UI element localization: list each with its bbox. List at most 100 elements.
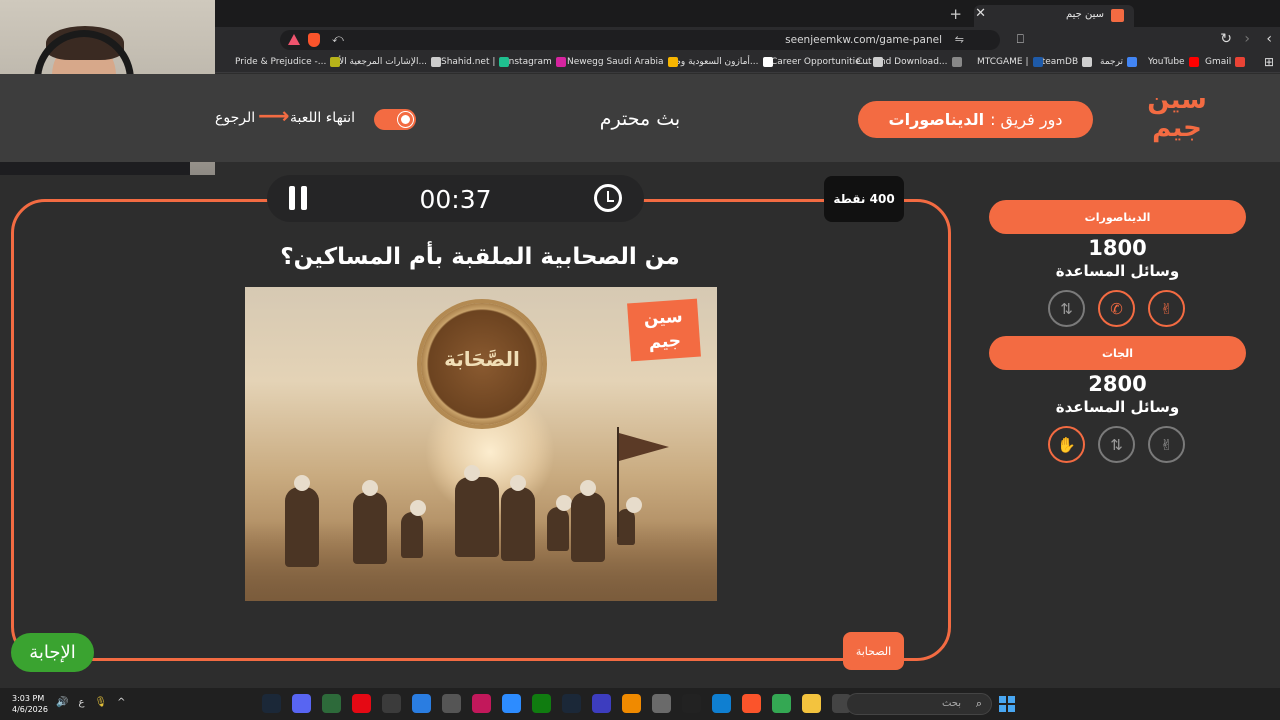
companions-medallion: الصَّحَابَة <box>421 303 543 425</box>
exit-arrow-icon[interactable]: ⟶ <box>258 104 290 129</box>
walking-figure <box>571 480 605 562</box>
team-1-peace-hand-icon[interactable]: ✌ <box>1148 290 1185 327</box>
tray-chevron-icon[interactable]: ^ <box>117 697 125 708</box>
bookmark-favicon-icon <box>762 57 773 67</box>
bookmark-icon[interactable]: ⎕ <box>1017 32 1024 47</box>
media-icon[interactable] <box>472 694 491 713</box>
bookmark-label: Gmail <box>1205 57 1232 67</box>
team-2-score[interactable]: 2800 <box>989 372 1246 396</box>
bookmark-item[interactable]: Career Opportunitie... <box>771 57 884 67</box>
app-icon[interactable] <box>322 694 341 713</box>
language-indicator[interactable]: ع <box>78 697 84 708</box>
volume-icon[interactable]: 🔊 <box>56 697 68 708</box>
bookmark-label: Career Opportunitie... <box>771 57 870 67</box>
bookmark-favicon-icon <box>1188 57 1199 67</box>
brave-shield-icon[interactable] <box>308 33 320 47</box>
discord-icon[interactable] <box>292 694 311 713</box>
close-tab-icon[interactable]: ✕ <box>975 6 986 21</box>
clock[interactable]: 3:03 PM 4/6/2026 <box>12 693 48 715</box>
bookmark-item[interactable]: Instagram <box>506 57 566 67</box>
points-badge: 400 نقطة <box>824 176 904 222</box>
medallion-calligraphy: الصَّحَابَة <box>444 347 520 371</box>
team-1-phone-icon[interactable]: ✆ <box>1098 290 1135 327</box>
bookmark-item[interactable]: Shahid.net | <box>441 57 510 67</box>
show-answer-button[interactable]: الإجابة <box>11 633 94 672</box>
zoom-icon[interactable] <box>502 694 521 713</box>
app-icon[interactable] <box>682 694 701 713</box>
search-placeholder: بحث <box>941 698 961 709</box>
team-2-hand-stop-icon[interactable]: ✋ <box>1048 426 1085 463</box>
brave-icon[interactable] <box>742 694 761 713</box>
edge-icon[interactable] <box>712 694 731 713</box>
file-explorer-icon[interactable] <box>802 694 821 713</box>
forward-arrow-icon[interactable]: › <box>1244 31 1250 47</box>
team-1-swap-icon[interactable]: ⇅ <box>1048 290 1085 327</box>
site-settings-icon[interactable]: ⇋ <box>955 33 964 46</box>
end-game-button[interactable]: انتهاء اللعبة <box>290 110 355 126</box>
reload-icon[interactable]: ↻ <box>1220 31 1232 47</box>
bookmark-item[interactable]: أمازون السعودية وض... <box>670 57 773 67</box>
bookmark-item[interactable]: SteamDB <box>1036 57 1093 67</box>
new-tab-icon[interactable]: + <box>949 5 962 23</box>
bookmark-favicon-icon <box>1127 57 1138 67</box>
walking-figure <box>353 480 387 564</box>
settings-toggle[interactable] <box>374 109 416 130</box>
url-field[interactable]: seenjeemkw.com/game-panel ⇋ ⎕ ⤺ <box>280 30 1024 50</box>
current-turn-pill: دور فريق : الديناصورات <box>858 101 1093 138</box>
share-icon[interactable]: ⤺ <box>332 32 344 46</box>
davinci-icon[interactable] <box>382 694 401 713</box>
category-tag: الصحابة <box>843 632 904 670</box>
image-logo-line-2: جيم <box>647 330 682 354</box>
netflix-icon[interactable] <box>352 694 371 713</box>
team-2-aids-label: وسائل المساعدة <box>1055 398 1180 416</box>
start-tile <box>1008 705 1015 712</box>
bookmark-item[interactable]: الإشارات المرجعية الأ... <box>339 57 442 67</box>
app-icon[interactable] <box>592 694 611 713</box>
restart-timer-icon[interactable] <box>594 184 622 212</box>
question-image: الصَّحَابَة سين جيم <box>245 287 717 601</box>
back-arrow-icon[interactable]: ‹ <box>1266 31 1272 47</box>
team-2-peace-hand-icon[interactable]: ✌ <box>1148 426 1185 463</box>
bookmark-label: MTCGAME | <box>977 57 1029 67</box>
vlc-icon[interactable] <box>622 694 641 713</box>
steam-icon[interactable] <box>562 694 581 713</box>
walking-figure <box>617 497 642 545</box>
bookmark-favicon-icon <box>499 57 510 67</box>
active-tab-background <box>974 5 1134 29</box>
bookmark-item[interactable]: ترجمة <box>1100 57 1138 67</box>
taskbar-search[interactable]: بحث ⌕ <box>846 693 992 715</box>
windows-start-icon[interactable] <box>999 696 1015 712</box>
obs-icon[interactable] <box>442 694 461 713</box>
microphone-icon[interactable]: 🎙 <box>94 697 107 708</box>
system-tray: 🔊 ع 🎙 ^ <box>56 697 126 708</box>
bookmark-item[interactable]: Gmail <box>1205 57 1246 67</box>
team-1-score[interactable]: 1800 <box>989 236 1246 260</box>
bookmark-item[interactable]: Pride & Prejudice -... <box>235 57 341 67</box>
bookmark-label: Pride & Prejudice -... <box>235 57 327 67</box>
back-button[interactable]: الرجوع <box>215 110 255 126</box>
bookmark-favicon-icon <box>555 57 566 67</box>
app-icon[interactable] <box>412 694 431 713</box>
bookmark-item[interactable]: MTCGAME | <box>977 57 1043 67</box>
team-1-name: الديناصورات <box>989 200 1246 234</box>
bookmark-favicon-icon <box>1032 57 1043 67</box>
bookmark-label: YouTube <box>1148 57 1185 67</box>
walking-figure <box>401 500 426 558</box>
walking-figure <box>285 475 319 567</box>
xbox-icon[interactable] <box>532 694 551 713</box>
steam-icon[interactable] <box>262 694 281 713</box>
bookmark-item[interactable]: YouTube <box>1148 57 1199 67</box>
banner-flag <box>619 433 669 461</box>
bookmark-item[interactable]: Newegg Saudi Arabia <box>567 57 678 67</box>
apps-grid-icon[interactable]: ⊞ <box>1264 55 1274 69</box>
tab-title: سين جيم <box>1065 9 1104 20</box>
walking-figure <box>547 495 572 551</box>
windows-taskbar: 3:03 PM 4/6/2026 🔊 ع 🎙 ^ بحث ⌕ <box>0 688 1280 720</box>
bookmark-label: Instagram <box>506 57 552 67</box>
rider-figure <box>455 465 499 557</box>
logo-line-1: سين <box>1147 85 1207 115</box>
calculator-icon[interactable] <box>652 694 671 713</box>
brave-rewards-icon[interactable] <box>288 34 300 45</box>
chrome-icon[interactable] <box>772 694 791 713</box>
team-2-swap-icon[interactable]: ⇅ <box>1098 426 1135 463</box>
